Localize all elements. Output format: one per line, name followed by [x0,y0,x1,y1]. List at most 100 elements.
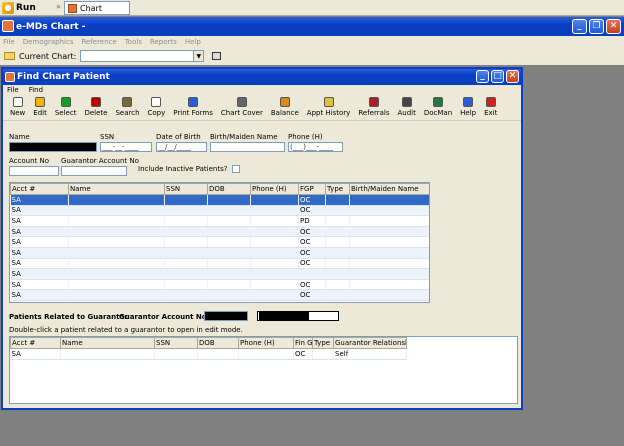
column-header[interactable]: Birth/Maiden Name [349,183,429,195]
table-row[interactable]: SA OC [10,279,429,291]
guarantor-account-value [204,311,248,321]
guarantor-grid[interactable]: Acct #NameSSNDOBPhone (H)Fin GrpTypeGuar… [9,336,518,404]
referrals-button[interactable]: Referrals [355,97,392,120]
balance-button[interactable]: Balance [268,97,302,120]
table-row[interactable]: SA OC [10,258,429,270]
include-inactive-label: Include Inactive Patients? [138,165,228,173]
copy-button[interactable]: Copy [145,97,169,120]
table-cell [68,247,165,259]
run-label: Run [16,3,36,13]
column-header[interactable]: DOB [197,337,239,349]
account-field[interactable] [9,166,59,176]
phone-field[interactable]: (___)___-____ [288,142,343,152]
column-header[interactable]: Name [68,183,165,195]
window-icon[interactable] [212,52,222,60]
chart-taskbar-tab[interactable]: Chart [64,1,130,15]
folder-icon[interactable] [4,52,15,60]
column-header[interactable]: Type [325,183,350,195]
column-header[interactable]: SSN [164,183,208,195]
exit-label: Exit [484,109,498,117]
table-cell [349,289,429,301]
docman-button[interactable]: DocMan [421,97,455,120]
table-row[interactable]: SA [10,268,429,280]
table-cell: OC [298,258,326,270]
column-header[interactable]: Guarantor Relationship [333,337,407,349]
column-header[interactable]: Acct # [10,337,61,349]
table-row[interactable]: SA OC [10,205,429,217]
table-row[interactable]: SA OC [10,194,429,206]
delete-button[interactable]: Delete [81,97,110,120]
separator: » [56,2,61,11]
dob-field[interactable]: __/__/____ [156,142,207,152]
select-label: Select [54,109,77,117]
results-grid[interactable]: Acct # Name SSN DOB Phone (H) FGP Type Birth/Ma… [9,182,430,303]
run-button[interactable]: Run [2,1,52,15]
name-field[interactable] [9,142,97,152]
dialog-close-button[interactable]: ✕ [506,70,519,83]
table-cell: PD [298,215,326,227]
dialog-maximize-button[interactable]: □ [491,70,504,83]
guarantor-account-field[interactable] [61,166,127,176]
table-cell [68,215,165,227]
dialog-menu-find[interactable]: Find [29,86,43,94]
audit-button[interactable]: Audit [395,97,419,120]
table-row[interactable]: SA PD [10,215,429,227]
new-doc-icon [12,97,23,107]
table-row[interactable]: SA OC [10,289,429,301]
column-header[interactable]: DOB [207,183,251,195]
close-button[interactable]: ✕ [606,19,621,34]
docman-icon [433,97,443,107]
table-cell [312,348,334,360]
table-cell [250,247,299,259]
table-cell [207,258,251,270]
table-row[interactable]: SA OC [10,247,429,259]
birth-maiden-field[interactable] [210,142,285,152]
restore-button[interactable]: ❐ [589,19,604,34]
account-label: Account No [9,157,50,165]
table-row[interactable]: SA OC Self [10,348,407,360]
chevron-down-icon[interactable]: ▼ [193,51,204,61]
column-header[interactable]: Fin Grp [293,337,313,349]
table-cell [325,226,350,238]
help-button[interactable]: Help [457,97,479,120]
ssn-field[interactable]: ___-__-____ [100,142,152,152]
column-header[interactable]: FGP [298,183,326,195]
menu-file[interactable]: File [3,38,15,46]
bottom-strip [0,431,624,446]
appt-history-button[interactable]: Appt History [304,97,354,120]
menu-reports[interactable]: Reports [150,38,177,46]
app-title-bar: e-MDs Chart - _ ❐ ✕ [0,17,624,36]
chart-cover-button[interactable]: Chart Cover [218,97,266,120]
menu-demographics[interactable]: Demographics [23,38,74,46]
current-chart-select[interactable]: ▼ [80,50,205,62]
column-header[interactable]: Phone (H) [238,337,294,349]
column-header[interactable]: Phone (H) [250,183,299,195]
copy-label: Copy [147,109,166,117]
select-button[interactable]: Select [52,97,80,120]
balance-label: Balance [270,109,299,117]
table-cell [325,194,350,206]
dialog-minimize-button[interactable]: _ [476,70,489,83]
edit-button[interactable]: Edit [30,97,50,120]
print-forms-button[interactable]: Print Forms [170,97,216,120]
search-button[interactable]: Search [112,97,142,120]
minimize-button[interactable]: _ [572,19,587,34]
menu-reference[interactable]: Reference [81,38,116,46]
column-header[interactable]: Acct # [10,183,69,195]
table-cell: SA [10,289,69,301]
column-header[interactable]: Type [312,337,334,349]
dialog-menu-file[interactable]: File [7,86,19,94]
menu-tools[interactable]: Tools [125,38,142,46]
column-header[interactable]: SSN [154,337,198,349]
table-row[interactable]: SA OC [10,236,429,248]
table-row[interactable]: SA OC [10,226,429,238]
table-cell [325,289,350,301]
include-inactive-checkbox[interactable] [232,165,240,173]
delete-icon [90,97,101,107]
new-button[interactable]: New [7,97,28,120]
table-cell: OC [293,348,313,360]
exit-button[interactable]: Exit [481,97,500,120]
column-header[interactable]: Name [60,337,155,349]
table-cell [349,226,429,238]
menu-help[interactable]: Help [185,38,201,46]
